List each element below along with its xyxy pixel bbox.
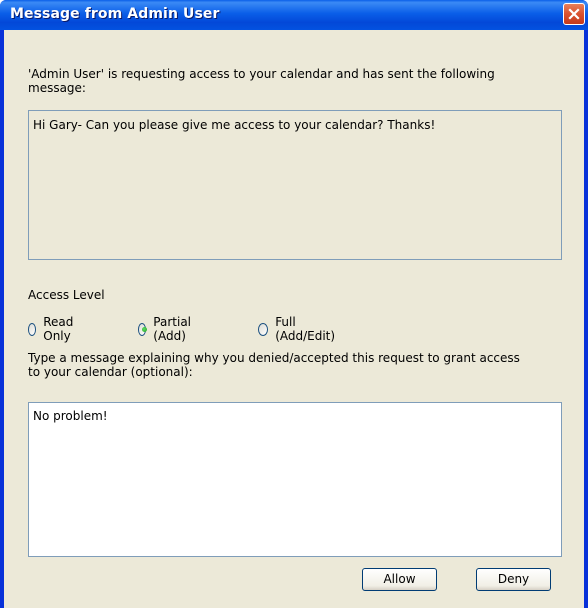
radio-full-add-edit-label: Full (Add/Edit) [275,315,336,343]
reply-message-input[interactable]: No problem! [28,402,562,557]
dialog-window: Message from Admin User 'Admin User' is … [0,0,588,608]
access-level-label: Access Level [28,288,105,302]
title-bar[interactable]: Message from Admin User [0,0,588,30]
radio-partial-add-label: Partial (Add) [153,315,192,343]
incoming-message-box[interactable]: Hi Gary- Can you please give me access t… [28,110,562,260]
radio-read-only[interactable]: Read Only [28,315,78,343]
radio-circle [258,322,269,336]
deny-button[interactable]: Deny [476,568,551,591]
window-title: Message from Admin User [10,6,220,22]
radio-full-add-edit[interactable]: Full (Add/Edit) [258,315,338,343]
radio-circle-selected [138,322,147,336]
incoming-message-text: Hi Gary- Can you please give me access t… [33,118,436,132]
dialog-body: 'Admin User' is requesting access to you… [4,30,584,608]
close-icon [568,8,580,20]
radio-read-only-label: Read Only [43,315,74,343]
request-intro-line1: 'Admin User' is requesting access to you… [28,67,495,81]
radio-partial-add[interactable]: Partial (Add) [138,315,196,343]
reply-prompt-line1: Type a message explaining why you denied… [28,351,520,365]
radio-circle [28,322,37,336]
radio-selected-dot-icon [142,326,147,332]
reply-message-text: No problem! [33,409,108,423]
reply-prompt-line2: to your calendar (optional): [28,365,193,379]
allow-button[interactable]: Allow [362,568,437,591]
close-button[interactable] [563,3,585,25]
request-intro-line2: message: [28,81,86,95]
